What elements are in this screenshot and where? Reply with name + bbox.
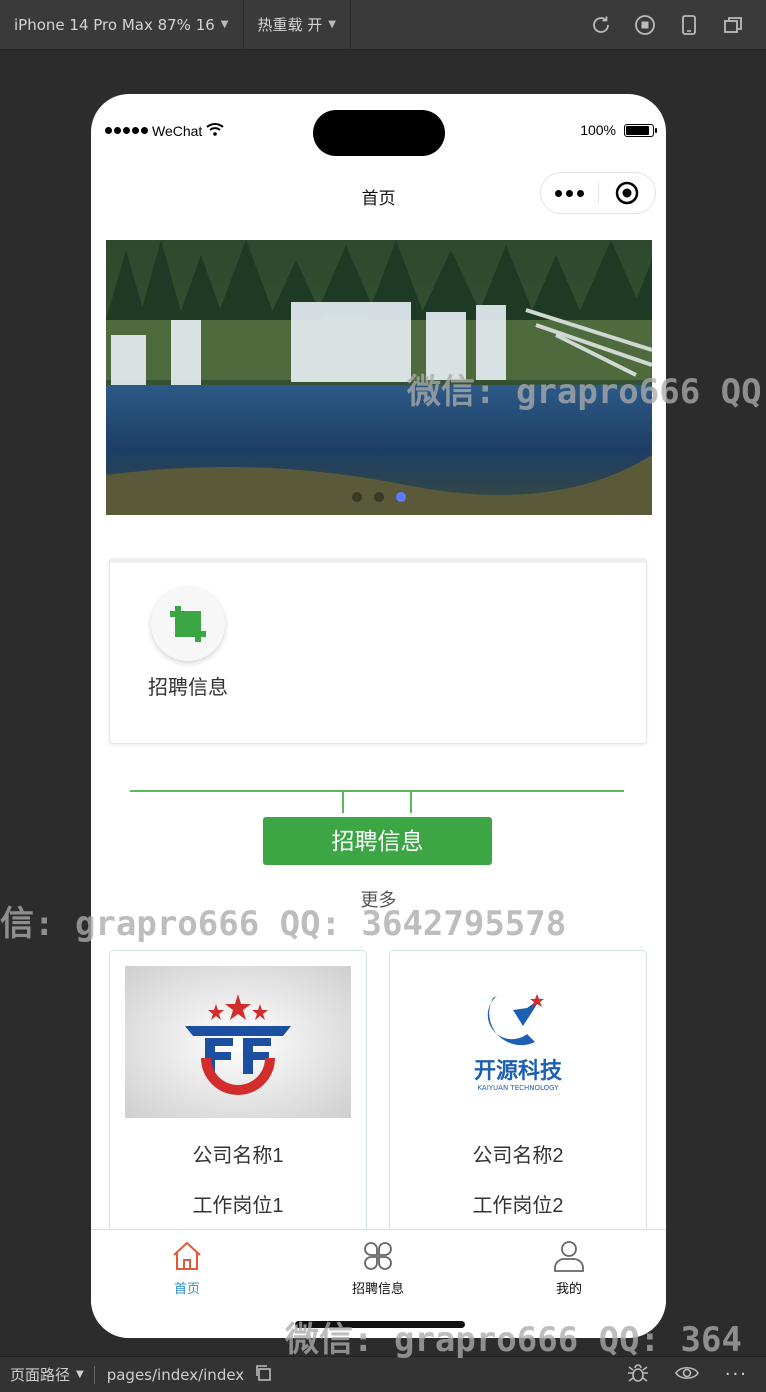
refresh-icon[interactable] — [590, 14, 612, 36]
swiper-indicator — [106, 492, 652, 502]
more-options-icon[interactable]: ··· — [725, 1364, 748, 1385]
company-name: 公司名称2 — [472, 1145, 564, 1167]
company-logo-image — [125, 966, 351, 1118]
status-bar: WeChat 100% — [91, 120, 666, 142]
indicator-dot-active[interactable] — [396, 492, 406, 502]
four-petal-icon — [318, 1236, 438, 1272]
section-divider-stem — [410, 791, 412, 813]
section-divider-stem — [342, 791, 344, 813]
logo-text: 开源科技 — [474, 1059, 563, 1084]
device-label: iPhone 14 Pro Max 87% 16 — [14, 15, 215, 34]
carrier-label: WeChat — [152, 122, 203, 139]
job-position: 工作岗位1 — [192, 1195, 284, 1217]
chevron-down-icon: ▼ — [220, 19, 229, 30]
tab-label: 首页 — [173, 1281, 200, 1296]
tab-label: 我的 — [555, 1281, 582, 1296]
menu-item-recruitment[interactable]: 招聘信息 — [140, 587, 236, 700]
home-icon — [127, 1236, 247, 1272]
job-card[interactable]: 公司名称1 工作岗位1 — [109, 950, 367, 1250]
eye-icon[interactable] — [674, 1365, 699, 1385]
more-link[interactable]: 更多 — [91, 886, 666, 912]
tab-recruitment[interactable]: 招聘信息 — [318, 1236, 438, 1297]
mini-program-capsule — [540, 172, 656, 214]
tab-label: 招聘信息 — [351, 1281, 404, 1296]
section-divider — [130, 790, 624, 792]
waterfall-image — [106, 240, 652, 515]
tab-mine[interactable]: 我的 — [509, 1236, 629, 1297]
menu-item-label: 招聘信息 — [148, 677, 228, 699]
window-icon[interactable] — [722, 14, 744, 36]
devtools-toolbar: iPhone 14 Pro Max 87% 16 ▼ 热重载 开 ▼ — [0, 0, 766, 50]
battery-percent: 100% — [580, 122, 616, 138]
phone-simulator: WeChat 100% 首页 招聘信息 招聘信息 更多 公司名称1 工作岗位1 … — [91, 94, 666, 1338]
section-title-button[interactable]: 招聘信息 — [263, 817, 492, 865]
bug-icon[interactable] — [627, 1363, 649, 1387]
devtools-statusbar: 页面路径 ▼ pages/index/index ··· — [0, 1356, 766, 1392]
user-icon — [509, 1236, 629, 1272]
hot-reload-label: 热重载 开 — [257, 16, 323, 34]
signal-icon — [105, 127, 148, 134]
chevron-down-icon: ▼ — [328, 19, 336, 30]
close-target-icon[interactable] — [599, 181, 656, 205]
wifi-icon — [206, 122, 224, 139]
logo-subtext: KAIYUAN TECHNOLOGY — [477, 1084, 559, 1092]
company-logo-image: 开源科技 KAIYUAN TECHNOLOGY — [405, 966, 631, 1118]
banner-swiper[interactable] — [106, 240, 652, 515]
job-card[interactable]: 开源科技 KAIYUAN TECHNOLOGY 公司名称2 工作岗位2 — [389, 950, 647, 1250]
hot-reload-toggle[interactable]: 热重载 开 ▼ — [244, 0, 351, 50]
indicator-dot[interactable] — [374, 492, 384, 502]
home-indicator — [295, 1321, 465, 1328]
chevron-down-icon: ▼ — [76, 1369, 84, 1380]
device-selector[interactable]: iPhone 14 Pro Max 87% 16 ▼ — [0, 0, 244, 50]
page-path-value: pages/index/index — [106, 1365, 245, 1384]
phone-icon[interactable] — [678, 14, 700, 36]
indicator-dot[interactable] — [352, 492, 362, 502]
tab-home[interactable]: 首页 — [127, 1236, 247, 1297]
crop-icon — [151, 587, 225, 661]
company-name: 公司名称1 — [192, 1145, 284, 1167]
copy-icon[interactable] — [254, 1364, 272, 1386]
stop-icon[interactable] — [634, 14, 656, 36]
job-position: 工作岗位2 — [472, 1195, 564, 1217]
menu-card: 招聘信息 — [109, 558, 647, 744]
more-icon[interactable] — [541, 189, 598, 197]
page-path-label[interactable]: 页面路径 — [10, 1364, 70, 1385]
battery-icon — [624, 123, 657, 137]
